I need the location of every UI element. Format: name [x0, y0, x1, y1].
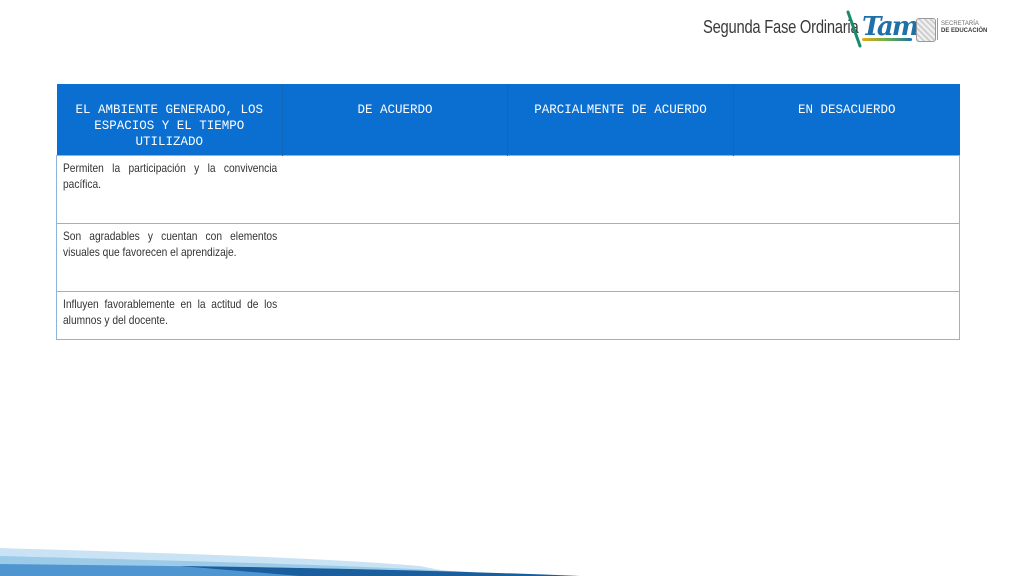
- state-seal-icon: [916, 18, 936, 42]
- statement-cell: Son agradables y cuentan con elementos v…: [56, 223, 283, 292]
- disagree-cell[interactable]: [733, 155, 960, 224]
- statement-text: Influyen favorablemente en la actitud de…: [63, 297, 278, 327]
- table-row: Influyen favorablemente en la actitud de…: [56, 291, 960, 340]
- column-header-partially-agree: PARCIALMENTE DE ACUERDO: [507, 84, 734, 156]
- logo-divider: [937, 18, 938, 40]
- logo-accent-bar: [862, 38, 912, 41]
- statement-cell: Influyen favorablemente en la actitud de…: [56, 291, 283, 340]
- partially-agree-cell[interactable]: [507, 223, 734, 292]
- agree-cell[interactable]: [282, 155, 508, 224]
- header-title: Segunda Fase Ordinaria: [703, 17, 859, 37]
- logo-secretaria: SECRETARÍA DE EDUCACIÓN: [941, 21, 987, 35]
- logo-secretaria-line2: DE EDUCACIÓN: [941, 28, 988, 34]
- bottom-wave-decoration: [0, 548, 580, 576]
- disagree-cell[interactable]: [733, 291, 960, 340]
- statement-cell: Permiten la participación y la convivenc…: [56, 155, 283, 224]
- column-header-criterion: EL AMBIENTE GENERADO, LOS ESPACIOS Y EL …: [56, 84, 283, 156]
- agree-cell[interactable]: [282, 291, 508, 340]
- table-row: Son agradables y cuentan con elementos v…: [56, 223, 960, 292]
- disagree-cell[interactable]: [733, 223, 960, 292]
- table-header-row: EL AMBIENTE GENERADO, LOS ESPACIOS Y EL …: [56, 84, 960, 156]
- table-row: Permiten la participación y la convivenc…: [56, 155, 960, 224]
- tamaulipas-logo: Tam SECRETARÍA DE EDUCACIÓN: [846, 10, 987, 50]
- statement-text: Permiten la participación y la convivenc…: [63, 161, 278, 191]
- evaluation-table: EL AMBIENTE GENERADO, LOS ESPACIOS Y EL …: [56, 84, 960, 340]
- column-header-agree: DE ACUERDO: [282, 84, 508, 156]
- column-header-disagree: EN DESACUERDO: [733, 84, 960, 156]
- partially-agree-cell[interactable]: [507, 155, 734, 224]
- statement-text: Son agradables y cuentan con elementos v…: [63, 229, 278, 259]
- agree-cell[interactable]: [282, 223, 508, 292]
- partially-agree-cell[interactable]: [507, 291, 734, 340]
- logo-secretaria-line1: SECRETARÍA: [941, 21, 979, 27]
